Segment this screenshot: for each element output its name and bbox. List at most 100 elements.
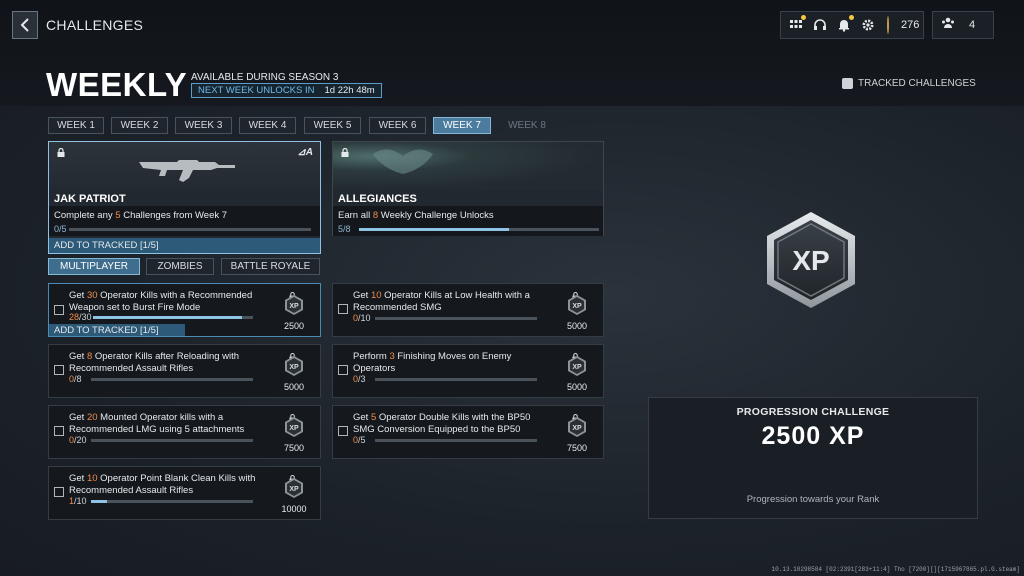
- challenge-xp: 7500: [566, 443, 588, 453]
- track-checkbox[interactable]: [54, 426, 64, 436]
- challenge-text: Get 30 Operator Kills with a Recommended…: [69, 290, 253, 313]
- challenge-progress-bar: [91, 500, 253, 503]
- notification-dot: [849, 15, 854, 20]
- challenge-text: Get 5 Operator Double Kills with the BP5…: [353, 412, 531, 435]
- rifle-icon: [139, 160, 235, 182]
- tab-week-8[interactable]: WEEK 8: [498, 117, 556, 134]
- party-count: 4: [969, 19, 976, 31]
- challenge-text: Get 8 Operator Kills after Reloading wit…: [69, 351, 240, 374]
- challenge-text: Perform 3 Finishing Moves on Enemy Opera…: [353, 351, 512, 374]
- party-icon: [941, 16, 955, 35]
- tab-multiplayer[interactable]: MULTIPLAYER: [48, 258, 140, 275]
- challenge-progress-bar: [91, 439, 253, 442]
- emblem-icon: [373, 149, 433, 174]
- challenge-card[interactable]: Perform 3 Finishing Moves on Enemy Opera…: [332, 344, 604, 398]
- currency-value: 276: [901, 19, 920, 31]
- chevron-left-icon: [20, 18, 29, 32]
- reward-name: JAK PATRIOT: [54, 193, 126, 205]
- track-checkbox[interactable]: [54, 365, 64, 375]
- reward-card-allegiances[interactable]: ALLEGIANCES Earn all 8 Weekly Challenge …: [332, 141, 604, 236]
- svg-text:XP: XP: [289, 303, 299, 310]
- xp-badge-icon: XP: [767, 212, 855, 308]
- challenge-text: Get 10 Operator Kills at Low Health with…: [353, 290, 530, 313]
- challenge-text: Get 10 Operator Point Blank Clean Kills …: [69, 473, 256, 496]
- hud-icon-bar: 276: [780, 11, 924, 39]
- challenge-progress: 0/5: [353, 435, 366, 445]
- challenge-xp: 5000: [566, 382, 588, 392]
- challenge-xp: 5000: [283, 382, 305, 392]
- party-box[interactable]: 4: [932, 11, 994, 39]
- reward-card-jak-patriot[interactable]: ⊿A JAK PATRIOT Complete any 5 Challenges…: [48, 141, 321, 254]
- svg-text:XP: XP: [289, 364, 299, 371]
- bell-icon[interactable]: [837, 15, 854, 32]
- challenge-progress: 0/3: [353, 374, 366, 384]
- lock-icon: [57, 148, 65, 157]
- tab-zombies[interactable]: ZOMBIES: [146, 258, 214, 275]
- next-week-countdown: 1d 22h 48m: [324, 85, 375, 96]
- xp-badge-icon: XP: [283, 355, 305, 377]
- progression-title: PROGRESSION CHALLENGE: [736, 406, 890, 418]
- track-checkbox[interactable]: [54, 305, 64, 315]
- gear-icon[interactable]: [861, 18, 875, 32]
- progression-value: 2500 XP: [761, 422, 865, 450]
- reward-desc: Complete any 5 Challenges from Week 7: [54, 210, 228, 221]
- tracked-challenges-button[interactable]: TRACKED CHALLENGES: [842, 78, 976, 89]
- challenge-progress: 28/30: [69, 312, 92, 322]
- challenge-progress-bar: [93, 316, 253, 319]
- challenge-text: Get 20 Mounted Operator kills with a Rec…: [69, 412, 245, 435]
- challenge-xp: 5000: [566, 321, 588, 331]
- reward-progress-bar: [69, 228, 311, 231]
- svg-text:XP: XP: [289, 425, 299, 432]
- svg-text:XP: XP: [289, 486, 299, 493]
- reward-progress: 0/5: [54, 224, 67, 234]
- reward-name: ALLEGIANCES: [338, 193, 417, 205]
- page-title: WEEKLY: [46, 66, 188, 103]
- challenge-card[interactable]: Get 8 Operator Kills after Reloading wit…: [48, 344, 321, 398]
- progression-panel: PROGRESSION CHALLENGE 2500 XP Progressio…: [648, 397, 978, 519]
- track-checkbox[interactable]: [54, 487, 64, 497]
- challenge-card[interactable]: Get 10 Operator Point Blank Clean Kills …: [48, 466, 321, 520]
- grid-icon[interactable]: [789, 15, 806, 32]
- challenge-progress-bar: [91, 378, 253, 381]
- xp-badge-icon: XP: [283, 294, 305, 316]
- tab-week-5[interactable]: WEEK 5: [304, 117, 361, 134]
- xp-badge-icon: XP: [566, 416, 588, 438]
- weapon-brand-icon: ⊿A: [297, 147, 313, 158]
- challenge-card[interactable]: Get 20 Mounted Operator kills with a Rec…: [48, 405, 321, 459]
- challenge-progress: 0/8: [69, 374, 82, 384]
- track-checkbox[interactable]: [338, 365, 348, 375]
- challenge-card[interactable]: Get 10 Operator Kills at Low Health with…: [332, 283, 604, 337]
- lock-icon: [341, 148, 349, 157]
- tab-week-2[interactable]: WEEK 2: [111, 117, 168, 134]
- availability-text: AVAILABLE DURING SEASON 3: [191, 72, 339, 83]
- back-button[interactable]: [12, 11, 38, 39]
- challenge-card[interactable]: Get 30 Operator Kills with a Recommended…: [48, 283, 321, 337]
- add-to-tracked-button[interactable]: ADD TO TRACKED [1/5]: [49, 324, 185, 336]
- tab-week-6[interactable]: WEEK 6: [369, 117, 426, 134]
- add-to-tracked-button[interactable]: ADD TO TRACKED [1/5]: [49, 238, 320, 253]
- challenge-progress-bar: [375, 378, 537, 381]
- reward-progress: 5/8: [338, 224, 351, 234]
- cod-points-icon: [887, 16, 889, 34]
- svg-text:XP: XP: [572, 364, 582, 371]
- tab-battle-royale[interactable]: BATTLE ROYALE: [221, 258, 320, 275]
- tab-week-4[interactable]: WEEK 4: [239, 117, 296, 134]
- tab-week-1[interactable]: WEEK 1: [48, 117, 104, 134]
- next-week-label: NEXT WEEK UNLOCKS IN: [198, 85, 315, 96]
- tracked-icon: [842, 78, 853, 89]
- challenge-card[interactable]: Get 5 Operator Double Kills with the BP5…: [332, 405, 604, 459]
- tab-week-3[interactable]: WEEK 3: [175, 117, 232, 134]
- track-checkbox[interactable]: [338, 426, 348, 436]
- track-checkbox[interactable]: [338, 304, 348, 314]
- next-week-timer: NEXT WEEK UNLOCKS IN 1d 22h 48m: [191, 83, 382, 98]
- challenge-progress: 0/10: [353, 313, 371, 323]
- tab-week-7[interactable]: WEEK 7: [433, 117, 491, 134]
- challenge-progress: 0/20: [69, 435, 87, 445]
- reward-progress-bar: [359, 228, 599, 231]
- reward-desc: Earn all 8 Weekly Challenge Unlocks: [338, 210, 494, 221]
- xp-badge-icon: XP: [566, 355, 588, 377]
- xp-badge-icon: XP: [283, 477, 305, 499]
- xp-badge-icon: XP: [566, 294, 588, 316]
- challenge-progress: 1/10: [69, 496, 87, 506]
- headset-icon[interactable]: [813, 18, 827, 32]
